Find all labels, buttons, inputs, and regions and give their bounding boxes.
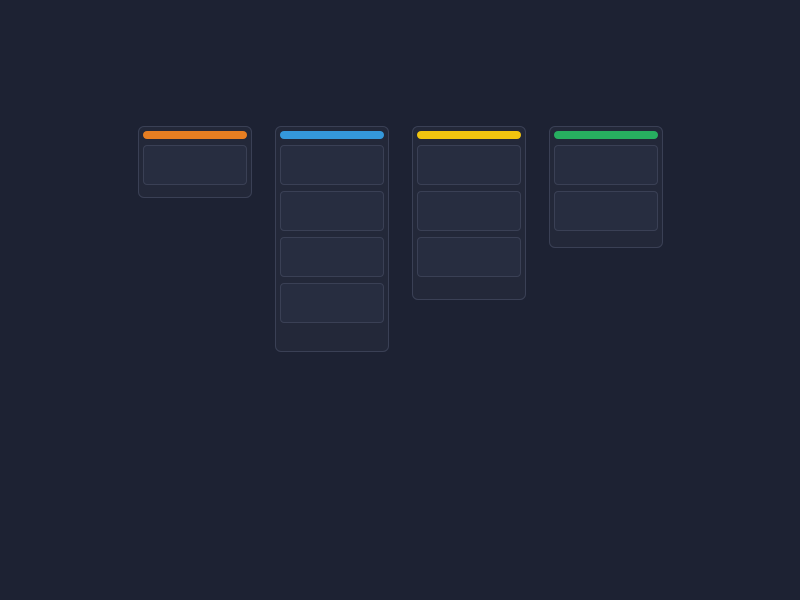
kanban-card[interactable] (554, 145, 658, 185)
kanban-column-1[interactable] (275, 126, 389, 352)
kanban-card[interactable] (280, 237, 384, 277)
column-header-bar (554, 131, 658, 139)
kanban-card[interactable] (417, 145, 521, 185)
kanban-card[interactable] (417, 191, 521, 231)
kanban-card[interactable] (143, 145, 247, 185)
column-header-bar (143, 131, 247, 139)
kanban-card[interactable] (417, 237, 521, 277)
kanban-card[interactable] (554, 191, 658, 231)
kanban-board (0, 0, 800, 600)
kanban-column-3[interactable] (549, 126, 663, 248)
kanban-card[interactable] (280, 283, 384, 323)
column-header-bar (417, 131, 521, 139)
kanban-column-0[interactable] (138, 126, 252, 198)
column-header-bar (280, 131, 384, 139)
kanban-card[interactable] (280, 145, 384, 185)
kanban-card[interactable] (280, 191, 384, 231)
kanban-column-2[interactable] (412, 126, 526, 300)
